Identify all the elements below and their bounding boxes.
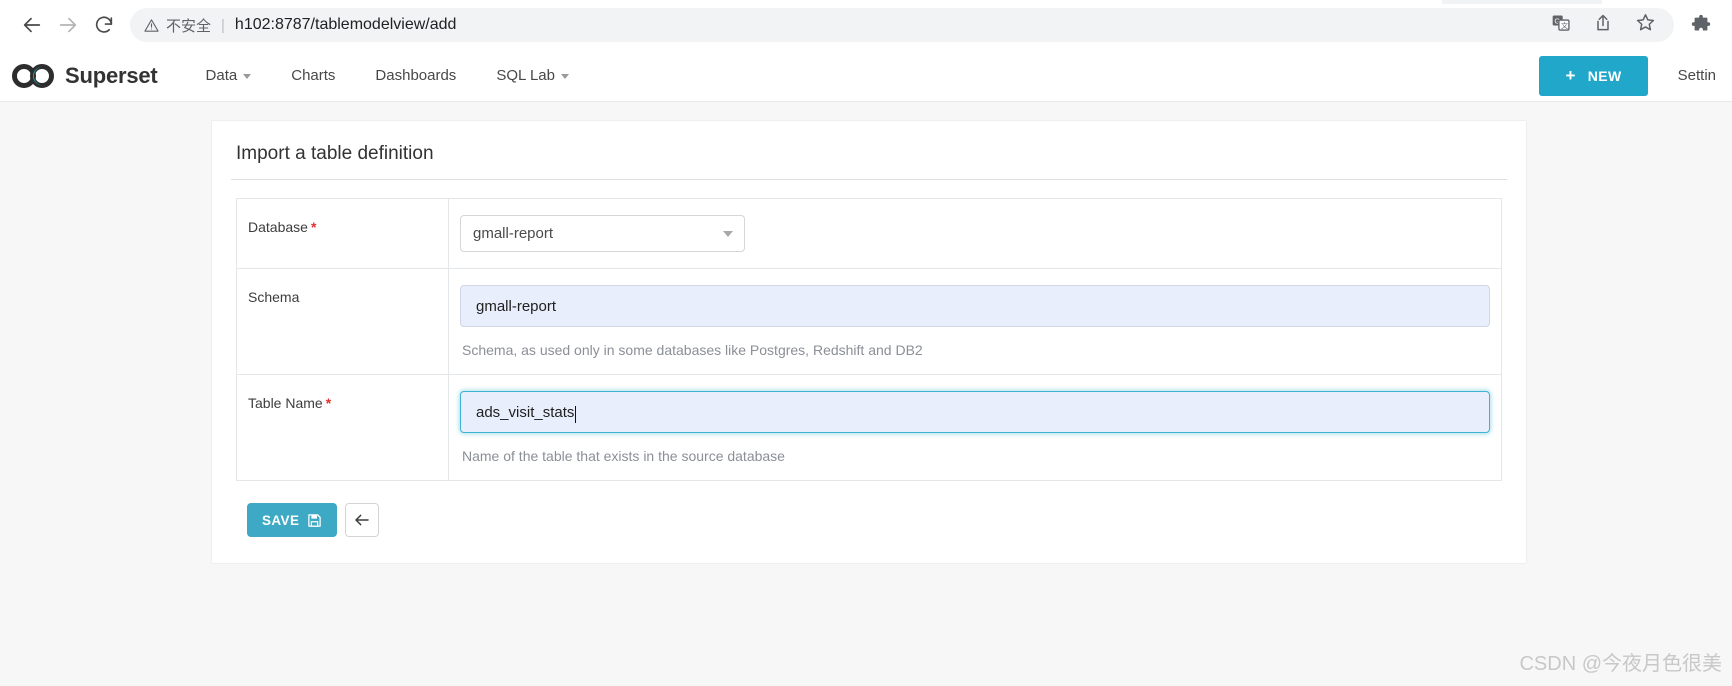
nav-item-charts[interactable]: Charts <box>271 50 355 102</box>
required-marker: * <box>311 219 316 235</box>
puzzle-piece-icon <box>1690 14 1712 36</box>
text-cursor <box>575 406 576 423</box>
import-table-panel: Import a table definition Database* gmal… <box>211 120 1527 564</box>
table-name-field-cell: ads_visit_stats Name of the table that e… <box>449 375 1502 481</box>
translate-icon: G 文 <box>1551 13 1571 33</box>
bookmark-button[interactable] <box>1635 12 1656 38</box>
star-icon <box>1635 12 1656 33</box>
translate-button[interactable]: G 文 <box>1551 13 1571 38</box>
table-name-help-text: Name of the table that exists in the sou… <box>460 448 1490 464</box>
page-title: Import a table definition <box>231 143 1507 180</box>
new-button-label: NEW <box>1588 68 1622 84</box>
page-content: Import a table definition Database* gmal… <box>0 102 1732 686</box>
table-name-input[interactable]: ads_visit_stats <box>460 391 1490 433</box>
nav-item-dashboards-label: Dashboards <box>375 50 456 102</box>
url-text: h102:8787/tablemodelview/add <box>235 16 457 34</box>
schema-label-cell: Schema <box>237 269 449 375</box>
nav-item-sql-lab-label: SQL Lab <box>496 50 555 102</box>
settings-menu[interactable]: Settin <box>1648 67 1716 84</box>
chevron-down-icon <box>561 74 569 79</box>
database-select-wrap: gmall-report <box>460 215 745 252</box>
schema-field-cell: gmall-report Schema, as used only in som… <box>449 269 1502 375</box>
navbar-links: Data Charts Dashboards SQL Lab <box>186 50 589 102</box>
superset-brand-label: Superset <box>65 63 158 89</box>
schema-help-text: Schema, as used only in some databases l… <box>460 342 1490 358</box>
nav-item-charts-label: Charts <box>291 50 335 102</box>
nav-item-sql-lab[interactable]: SQL Lab <box>476 50 589 102</box>
arrow-left-icon <box>21 14 43 36</box>
table-name-label: Table Name <box>248 395 323 411</box>
form-row-table-name: Table Name* ads_visit_stats Name of the … <box>237 375 1502 481</box>
save-floppy-icon <box>307 513 322 528</box>
warning-triangle-icon <box>144 18 159 33</box>
nav-item-data[interactable]: Data <box>186 50 272 102</box>
save-button[interactable]: SAVE <box>247 503 337 537</box>
form-actions: SAVE <box>236 503 1502 537</box>
insecure-warning-label: 不安全 <box>166 15 211 36</box>
form-row-database: Database* gmall-report <box>237 199 1502 269</box>
chevron-down-icon <box>243 74 251 79</box>
superset-brand[interactable]: Superset <box>12 63 158 89</box>
browser-reload-button[interactable] <box>86 7 122 43</box>
database-label: Database <box>248 219 308 235</box>
database-field-cell: gmall-report <box>449 199 1502 269</box>
schema-input[interactable]: gmall-report <box>460 285 1490 327</box>
superset-navbar: Superset Data Charts Dashboards SQL Lab … <box>0 50 1732 102</box>
browser-forward-button[interactable] <box>50 7 86 43</box>
table-name-input-value: ads_visit_stats <box>476 404 574 421</box>
browser-toolbar: 不安全 | h102:8787/tablemodelview/add G 文 <box>0 0 1732 50</box>
insecure-warning: 不安全 <box>144 15 211 36</box>
csdn-watermark: CSDN @今夜月色很美 <box>1519 647 1722 676</box>
browser-tab-stub <box>1442 0 1602 4</box>
navbar-right: + NEW Settin <box>1539 56 1716 96</box>
required-marker: * <box>326 395 331 411</box>
back-button[interactable] <box>345 503 379 537</box>
save-button-label: SAVE <box>262 513 299 528</box>
table-name-label-cell: Table Name* <box>237 375 449 481</box>
reload-icon <box>93 14 115 36</box>
browser-back-button[interactable] <box>14 7 50 43</box>
schema-label: Schema <box>248 289 299 305</box>
new-button[interactable]: + NEW <box>1539 56 1647 96</box>
database-select[interactable]: gmall-report <box>460 215 745 252</box>
form-row-schema: Schema gmall-report Schema, as used only… <box>237 269 1502 375</box>
arrow-left-icon <box>354 512 370 528</box>
extensions-button[interactable] <box>1684 8 1718 42</box>
nav-item-dashboards[interactable]: Dashboards <box>355 50 476 102</box>
address-bar[interactable]: 不安全 | h102:8787/tablemodelview/add G 文 <box>130 8 1674 42</box>
svg-text:文: 文 <box>1561 21 1568 30</box>
omnibox-separator: | <box>221 17 225 34</box>
form-table: Database* gmall-report Schema gmall-repo… <box>236 198 1502 481</box>
arrow-right-icon <box>57 14 79 36</box>
nav-item-data-label: Data <box>206 50 238 102</box>
superset-infinity-logo-icon <box>12 63 56 89</box>
share-icon <box>1593 13 1613 33</box>
share-button[interactable] <box>1593 13 1613 38</box>
database-label-cell: Database* <box>237 199 449 269</box>
plus-icon: + <box>1565 67 1575 84</box>
